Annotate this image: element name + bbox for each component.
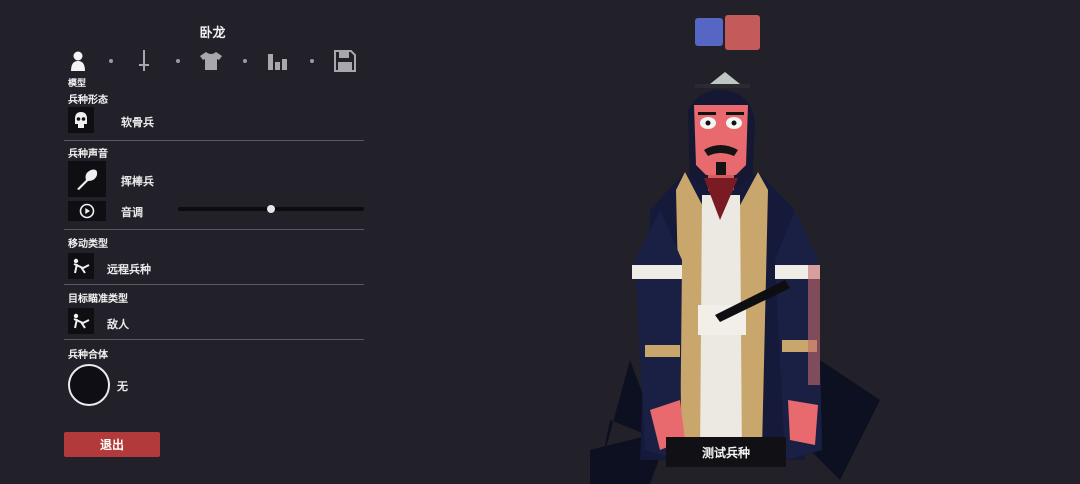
unit-form-selector[interactable] bbox=[68, 107, 94, 133]
unit-name-title: 卧龙 bbox=[199, 26, 226, 41]
movement-type-value: 远程兵种 bbox=[107, 263, 151, 276]
movement-type-title: 移动类型 bbox=[68, 239, 108, 250]
divider bbox=[64, 339, 364, 340]
targeting-type-value: 敌人 bbox=[107, 318, 129, 331]
exit-button[interactable]: 退出 bbox=[64, 432, 160, 457]
divider bbox=[64, 140, 364, 141]
divider bbox=[64, 229, 364, 230]
team-blue-swatch[interactable] bbox=[695, 18, 723, 46]
unit-voice-selector[interactable] bbox=[68, 161, 106, 197]
tab-model-label: 模型 bbox=[68, 79, 87, 89]
unit-form-title: 兵种形态 bbox=[68, 95, 108, 106]
tab-separator-dot bbox=[176, 59, 180, 63]
unit-combine-value: 无 bbox=[117, 380, 128, 393]
unit-voice-value: 挥棒兵 bbox=[121, 175, 154, 188]
movement-type-selector[interactable] bbox=[68, 253, 94, 279]
club-icon bbox=[77, 169, 98, 190]
targeting-type-title: 目标瞄准类型 bbox=[68, 294, 128, 305]
sword-icon[interactable] bbox=[129, 46, 159, 76]
unit-combine-slot[interactable] bbox=[68, 364, 110, 406]
shirt-icon[interactable] bbox=[196, 46, 226, 76]
editor-tab-bar: 模型 bbox=[60, 46, 370, 89]
unit-voice-title: 兵种声音 bbox=[68, 149, 108, 160]
pitch-label: 音调 bbox=[121, 206, 143, 219]
play-icon bbox=[79, 203, 95, 219]
tab-separator-dot bbox=[109, 59, 113, 63]
divider bbox=[64, 284, 364, 285]
pitch-slider-handle[interactable] bbox=[267, 205, 275, 213]
target-enemy-icon bbox=[73, 313, 90, 329]
unit-form-value: 软骨兵 bbox=[121, 116, 154, 129]
unit-preview-model[interactable] bbox=[590, 60, 890, 484]
save-icon[interactable] bbox=[330, 46, 360, 76]
team-red-swatch[interactable] bbox=[725, 15, 760, 50]
test-unit-button[interactable]: 测试兵种 bbox=[666, 437, 786, 467]
play-voice-button[interactable] bbox=[68, 201, 106, 221]
tab-separator-dot bbox=[243, 59, 247, 63]
tab-separator-dot bbox=[310, 59, 314, 63]
archer-icon bbox=[73, 258, 90, 274]
person-icon[interactable] bbox=[63, 46, 93, 76]
stats-icon[interactable] bbox=[263, 46, 293, 76]
unit-combine-title: 兵种合体 bbox=[68, 350, 108, 361]
targeting-type-selector[interactable] bbox=[68, 308, 94, 334]
skull-icon bbox=[75, 112, 87, 128]
